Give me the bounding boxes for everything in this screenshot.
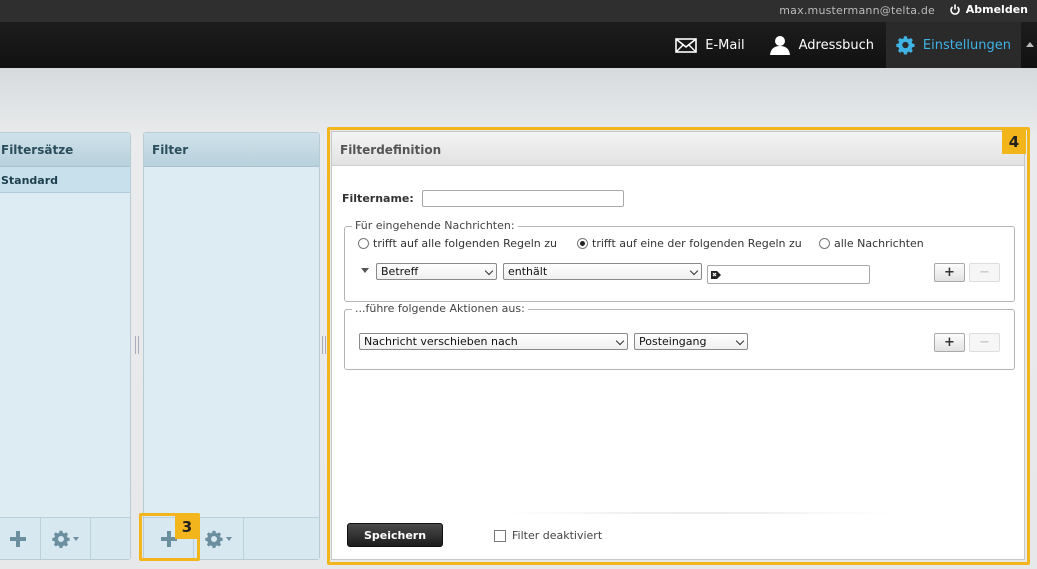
gear-icon [205, 530, 223, 548]
filterset-actions-button[interactable] [41, 518, 91, 559]
nav-label-email: E-Mail [705, 37, 745, 53]
panel-splitter-handle[interactable] [135, 336, 139, 354]
nav-label-addressbook: Adressbuch [798, 37, 874, 53]
filters-title: Filter [144, 133, 319, 167]
nav-item-settings[interactable]: Einstellungen [886, 22, 1021, 68]
logout-label: Abmelden [965, 3, 1028, 16]
dropdown-triangle-icon [73, 536, 79, 541]
callout-number-4: 4 [1002, 130, 1026, 154]
filterset-item-standard[interactable]: Standard [0, 167, 130, 193]
logout-link[interactable]: Abmelden [949, 3, 1028, 16]
nav-item-addressbook[interactable]: Adressbuch [757, 22, 886, 68]
filters-panel: Filter [143, 132, 320, 560]
panel-splitter-handle[interactable] [322, 336, 326, 354]
person-icon [769, 36, 790, 55]
nav-label-settings: Einstellungen [922, 37, 1011, 53]
user-email: max.mustermann@telta.de [779, 4, 935, 17]
filtersets-footer [0, 517, 130, 559]
main-header: E-Mail Adressbuch Einstellungen [0, 22, 1037, 68]
gear-icon [52, 530, 70, 548]
callout-frame-definition [327, 127, 1030, 565]
gear-icon [896, 36, 915, 55]
filtersets-panel: Filtersätze Standard [0, 132, 131, 560]
nav-item-email[interactable]: E-Mail [663, 22, 756, 68]
power-icon [949, 4, 960, 15]
main-nav: E-Mail Adressbuch Einstellungen [663, 22, 1021, 68]
callout-number-3: 3 [175, 515, 199, 539]
filter-actions-button[interactable] [194, 518, 244, 559]
envelope-icon [675, 38, 698, 53]
filtersets-title: Filtersätze [0, 133, 130, 167]
add-filterset-button[interactable] [0, 518, 41, 559]
nav-collapse-arrow-icon[interactable] [1026, 42, 1034, 47]
plus-icon [9, 530, 26, 547]
dropdown-triangle-icon [226, 536, 232, 541]
top-user-bar: max.mustermann@telta.de Abmelden [0, 0, 1037, 22]
